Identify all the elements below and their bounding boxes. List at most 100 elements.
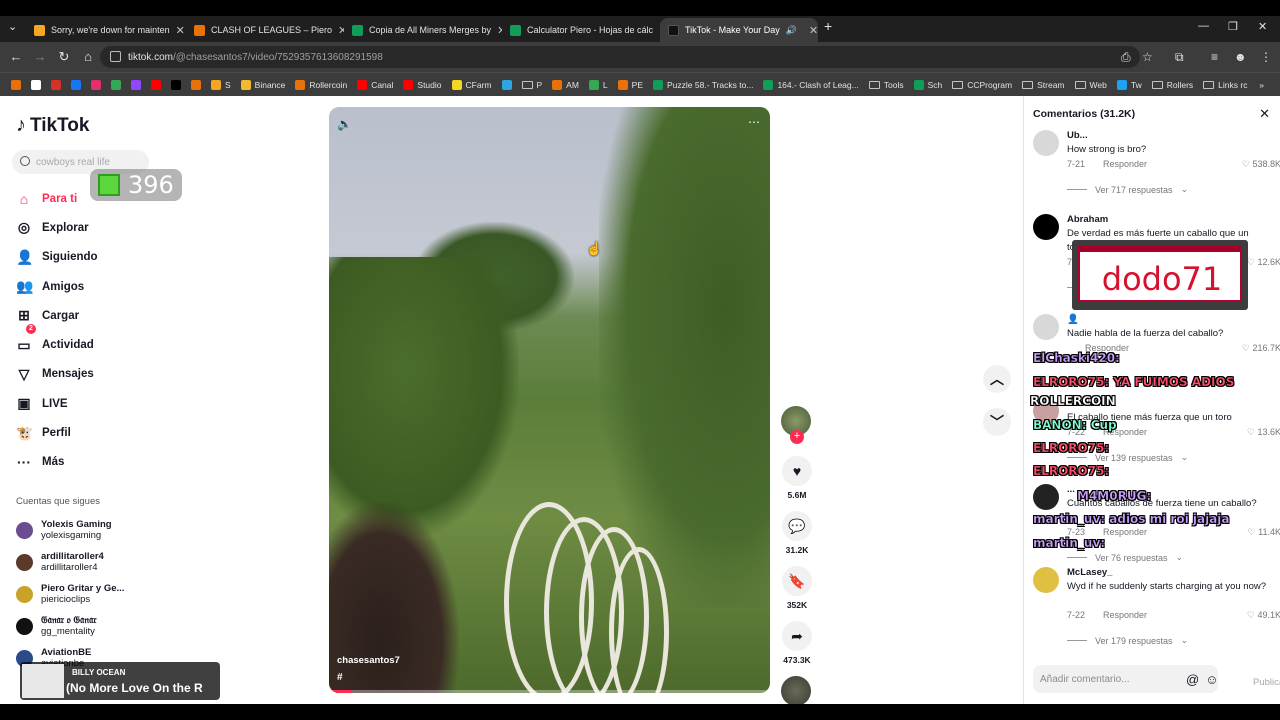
bookmark-item[interactable]: Binance — [236, 79, 291, 90]
media-icon[interactable]: ≡ — [1211, 50, 1218, 64]
speaker-icon[interactable]: 🔊 — [786, 25, 797, 36]
close-window-icon[interactable]: ✕ — [1258, 20, 1267, 33]
home-icon[interactable]: ⌂ — [76, 49, 100, 64]
mute-icon[interactable]: 🔈 — [337, 117, 352, 131]
view-replies-button[interactable]: Ver 179 respuestas ⌄ — [1067, 635, 1188, 646]
tab-clash-of-leagues[interactable]: CLASH OF LEAGUES – Piero ✕ — [186, 18, 344, 42]
bookmark-star-icon[interactable]: ☆ — [1142, 50, 1153, 64]
bookmark-item[interactable] — [66, 79, 86, 90]
forward-icon[interactable]: → — [28, 49, 52, 64]
menu-dots-icon[interactable]: ⋮ — [1260, 50, 1272, 64]
video-player[interactable]: 🔈 ⋯ chasesantos7 # — [329, 107, 770, 693]
bookmark-item[interactable] — [86, 79, 106, 90]
share-icon[interactable]: ➦ — [782, 621, 812, 651]
sidebar-item-amigos[interactable]: 👥 Amigos — [16, 272, 98, 301]
bookmark-item[interactable] — [26, 79, 46, 90]
tiktok-logo[interactable]: ♪ TikTok — [16, 114, 89, 137]
comment-user[interactable]: 👤 — [1067, 314, 1079, 325]
followed-account[interactable]: 𝔊𝔞𝔫𝔞𝔯 𝔬 𝔊𝔞𝔫𝔞𝔯 gg_mentality — [16, 610, 124, 642]
bookmark-item[interactable]: Canal — [352, 79, 398, 90]
bookmark-icon[interactable]: 🔖 — [782, 566, 812, 596]
sidebar-item-live[interactable]: ▣ LIVE — [16, 389, 98, 418]
more-bookmarks-icon[interactable]: » — [1254, 80, 1280, 90]
comment-like-button[interactable]: ♡ 538.8K — [1242, 159, 1280, 170]
followed-account[interactable]: Piero Gritar y Ge... piericioclips — [16, 578, 124, 610]
next-video-button[interactable]: ﹀ — [983, 408, 1011, 436]
author-avatar[interactable]: + — [781, 406, 811, 444]
profile-icon[interactable]: ☻ — [1234, 50, 1247, 64]
bookmark-item[interactable]: Web — [1070, 80, 1112, 90]
bookmark-item[interactable]: Puzzle 58.- Tracks to... — [648, 79, 758, 90]
minimize-icon[interactable]: — — [1198, 20, 1209, 32]
sidebar-item-perfil[interactable]: 🐮 Perfil — [16, 418, 98, 447]
reply-button[interactable]: Responder — [1103, 610, 1147, 620]
mention-icon[interactable]: @ — [1186, 672, 1199, 687]
comment-icon[interactable]: 💬 — [782, 511, 812, 541]
bookmark-item[interactable]: S — [206, 79, 236, 90]
sidebar-item-explorar[interactable]: ◎ Explorar — [16, 213, 98, 242]
bookmark-item[interactable]: PE — [613, 79, 648, 90]
followed-account[interactable]: ardillitaroller4 ardillitaroller4 — [16, 546, 124, 578]
bookmark-item[interactable]: Tw — [1112, 79, 1147, 90]
bookmark-item[interactable]: Rollercoin — [290, 79, 352, 90]
sidebar-item-ms[interactable]: ··· Más — [16, 448, 98, 477]
bookmark-item[interactable] — [146, 79, 166, 90]
extensions-icon[interactable]: ⧉ — [1175, 50, 1184, 65]
bookmark-item[interactable]: P — [517, 80, 548, 90]
avatar[interactable] — [1033, 567, 1059, 593]
close-icon[interactable]: ✕ — [1259, 106, 1270, 122]
bookmark-item[interactable]: AM — [547, 79, 584, 90]
bookmark-item[interactable]: Sch — [909, 79, 948, 90]
view-replies-button[interactable]: Ver 76 respuestas ⌄ — [1067, 552, 1183, 563]
comment-like-button[interactable]: ♡ 49.1K — [1247, 610, 1280, 621]
comment-user[interactable]: Abraham — [1067, 214, 1108, 225]
comment-like-button[interactable]: ♡ 216.7K — [1242, 343, 1280, 354]
reply-button[interactable]: Responder — [1103, 159, 1147, 169]
tab-maintenance[interactable]: Sorry, we're down for mainten ✕ — [26, 18, 186, 42]
view-replies-button[interactable]: Ver 717 respuestas ⌄ — [1067, 184, 1188, 195]
follow-plus-icon[interactable]: + — [790, 430, 804, 444]
tab-calculator[interactable]: Calculator Piero - Hojas de cálc ✕ — [502, 18, 660, 42]
more-options-icon[interactable]: ⋯ — [748, 115, 760, 129]
tab-search-icon[interactable]: ⌄ — [8, 20, 17, 33]
bookmark-item[interactable]: Studio — [398, 79, 446, 90]
comment-user[interactable]: McLasey_ — [1067, 567, 1112, 578]
avatar[interactable] — [1033, 214, 1059, 240]
music-disc-icon[interactable] — [781, 676, 811, 706]
back-icon[interactable]: ← — [4, 49, 28, 64]
install-app-icon[interactable]: ⎙ — [1121, 50, 1131, 65]
post-comment-button[interactable]: Publicar — [1253, 677, 1280, 688]
bookmark-item[interactable] — [166, 79, 186, 90]
close-tab-icon[interactable]: ✕ — [809, 24, 818, 37]
new-tab-button[interactable]: + — [824, 18, 832, 34]
bookmark-item[interactable]: Tools — [864, 80, 909, 90]
bookmark-item[interactable] — [6, 79, 26, 90]
bookmark-item[interactable]: 164.- Clash of Leag... — [758, 79, 863, 90]
bookmark-item[interactable] — [46, 79, 66, 90]
emoji-icon[interactable]: ☺ — [1205, 672, 1218, 687]
avatar[interactable] — [1033, 130, 1059, 156]
bookmark-item[interactable]: CCProgram — [947, 80, 1017, 90]
bookmark-item[interactable]: Rollers — [1147, 80, 1198, 90]
avatar[interactable] — [1033, 314, 1059, 340]
comment-like-button[interactable]: ♡ 11.4K — [1248, 527, 1280, 538]
reload-icon[interactable]: ↻ — [52, 49, 76, 65]
restore-icon[interactable]: ❐ — [1228, 20, 1238, 33]
url-field[interactable]: tiktok.com/@chasesantos7/video/752935761… — [100, 46, 1140, 68]
heart-icon[interactable]: ♥ — [782, 456, 812, 486]
bookmark-item[interactable] — [186, 79, 206, 90]
reply-button[interactable]: Responder — [1103, 527, 1147, 537]
avatar[interactable] — [1033, 484, 1059, 510]
close-tab-icon[interactable]: ✕ — [176, 24, 185, 37]
previous-video-button[interactable]: ︿ — [983, 365, 1011, 393]
bookmark-item[interactable] — [126, 79, 146, 90]
bookmark-item[interactable]: L — [584, 79, 613, 90]
video-progress-bar[interactable] — [329, 690, 770, 693]
bookmark-item[interactable]: Stream — [1017, 80, 1069, 90]
sidebar-item-parati[interactable]: ⌂ Para ti — [16, 184, 98, 213]
bookmark-item[interactable]: CFarm — [447, 79, 497, 90]
site-info-icon[interactable] — [110, 51, 121, 62]
video-author[interactable]: chasesantos7 — [337, 655, 400, 666]
comment-like-button[interactable]: ♡ 12.6K — [1247, 257, 1280, 268]
tab-all-miners[interactable]: Copia de All Miners Merges by ✕ — [344, 18, 502, 42]
